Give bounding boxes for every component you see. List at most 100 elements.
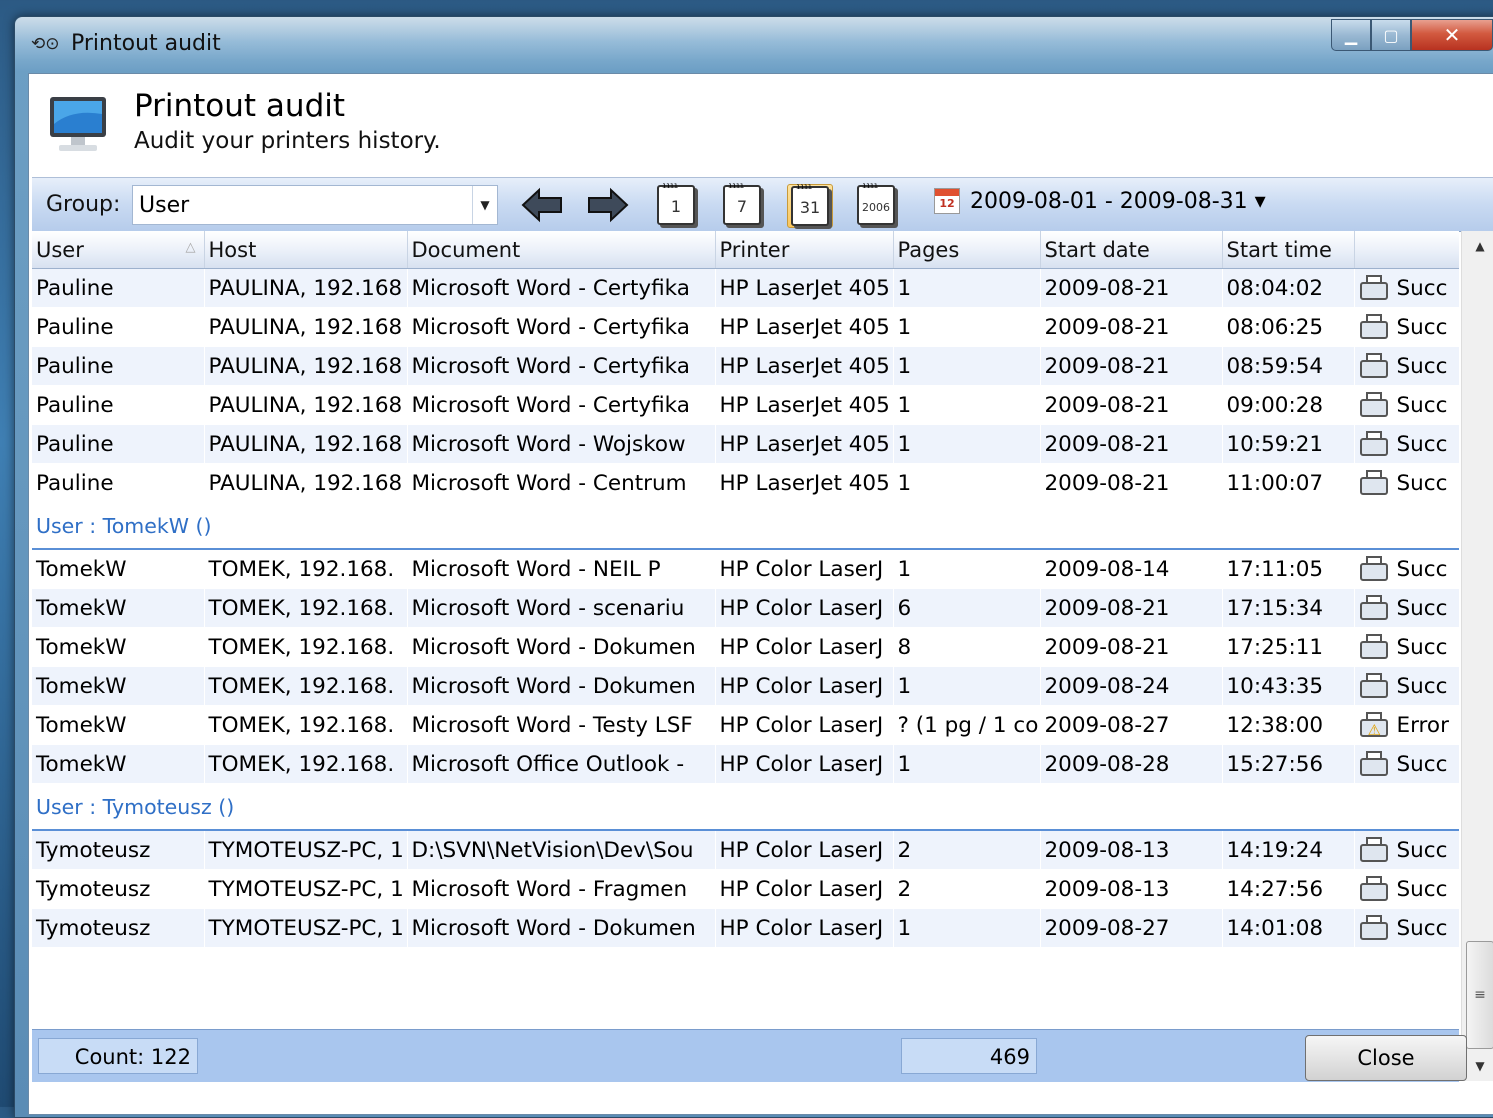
date-range-value: 2009-08-01 - 2009-08-31 ▾ <box>970 188 1266 214</box>
cell-document: Microsoft Word - Certyfika <box>407 385 716 425</box>
cell-status: Succ <box>1354 627 1459 667</box>
group-select[interactable]: User ▼ <box>132 185 498 225</box>
table-row[interactable]: Tymoteusz TYMOTEUSZ-PC, 1 Microsoft Word -… <box>32 869 1459 909</box>
cell-user: Tymoteusz <box>32 869 205 909</box>
cell-document: Microsoft Word - NEIL P <box>407 549 716 589</box>
close-button-label: Close <box>1357 1046 1415 1070</box>
column-header-start-date[interactable]: Start date <box>1040 231 1223 269</box>
maximize-button[interactable]: ▢ <box>1371 19 1411 51</box>
cell-printer: HP Color LaserJ <box>715 744 894 784</box>
printer-icon <box>1359 750 1389 778</box>
table-row[interactable]: TomekW TOMEK, 192.168. Microsoft Word - NE… <box>32 549 1459 589</box>
status-text: Succ <box>1396 634 1448 660</box>
cell-start-date: 2009-08-27 <box>1040 908 1223 948</box>
group-header-row[interactable]: User : TomekW () <box>32 502 1459 550</box>
printout-audit-window: ⟲⊙ Printout audit ▁ ▢ ✕ Printout audit A… <box>14 16 1493 1118</box>
scroll-up-icon[interactable]: ▲ <box>1462 231 1493 261</box>
calendar-week-icon: ıııı 7 <box>723 181 761 225</box>
cell-status: Succ <box>1354 830 1459 870</box>
cell-host: TYMOTEUSZ-PC, 1 <box>204 869 408 909</box>
cell-start-time: 08:04:02 <box>1222 268 1355 308</box>
cell-host: TOMEK, 192.168. <box>204 705 408 745</box>
cell-pages: 2 <box>893 869 1041 909</box>
table-row[interactable]: Pauline PAULINA, 192.168 Microsoft Word - … <box>32 385 1459 425</box>
column-header-host[interactable]: Host <box>204 231 408 269</box>
table-row[interactable]: TomekW TOMEK, 192.168. Microsoft Word - sc… <box>32 588 1459 628</box>
status-text: Succ <box>1396 470 1448 496</box>
table-row[interactable]: Pauline PAULINA, 192.168 Microsoft Word - … <box>32 424 1459 464</box>
group-select-value: User <box>139 193 190 218</box>
cell-printer: HP Color LaserJ <box>715 830 894 870</box>
table-row[interactable]: TomekW TOMEK, 192.168. Microsoft Word - Do… <box>32 666 1459 706</box>
cell-user: TomekW <box>32 666 205 706</box>
cell-start-date: 2009-08-28 <box>1040 744 1223 784</box>
column-header-printer[interactable]: Printer <box>715 231 894 269</box>
cell-document: Microsoft Word - Fragmen <box>407 869 716 909</box>
table-row[interactable]: Pauline PAULINA, 192.168 Microsoft Word - … <box>32 307 1459 347</box>
date-range-picker[interactable]: 12 2009-08-01 - 2009-08-31 ▾ <box>934 188 1266 214</box>
summary-row: Count: 122 469 <box>32 1029 1459 1082</box>
status-text: Succ <box>1396 673 1448 699</box>
week-view-button[interactable]: ıııı 7 <box>720 181 764 226</box>
cell-user: Tymoteusz <box>32 830 205 870</box>
client-area: Printout audit Audit your printers histo… <box>28 73 1493 1115</box>
printer-icon <box>1359 633 1389 661</box>
cell-pages: 6 <box>893 588 1041 628</box>
column-header-document[interactable]: Document <box>407 231 716 269</box>
cell-status: Succ <box>1354 549 1459 589</box>
month-view-button[interactable]: ıııı 31 <box>787 182 833 228</box>
table-row[interactable]: Tymoteusz TYMOTEUSZ-PC, 1 Microsoft Word -… <box>32 908 1459 948</box>
minimize-button[interactable]: ▁ <box>1331 19 1371 51</box>
cell-start-date: 2009-08-21 <box>1040 307 1223 347</box>
vertical-scrollbar[interactable]: ▲ ≡ ▼ <box>1461 231 1493 1081</box>
cell-status: Succ <box>1354 666 1459 706</box>
cell-user: Pauline <box>32 463 205 503</box>
table-row[interactable]: Pauline PAULINA, 192.168 Microsoft Word - … <box>32 463 1459 503</box>
cell-pages: 1 <box>893 549 1041 589</box>
calendar-month-icon: ıııı 31 <box>791 182 829 226</box>
table-row[interactable]: Pauline PAULINA, 192.168 Microsoft Word - … <box>32 268 1459 308</box>
cell-document: Microsoft Office Outlook - <box>407 744 716 784</box>
table-row[interactable]: Tymoteusz TYMOTEUSZ-PC, 1 D:\SVN\NetVision… <box>32 830 1459 870</box>
year-view-button[interactable]: ıııı 2006 <box>854 181 898 226</box>
cell-start-date: 2009-08-13 <box>1040 830 1223 870</box>
cell-document: Microsoft Word - Testy LSF <box>407 705 716 745</box>
cell-start-date: 2009-08-24 <box>1040 666 1223 706</box>
cell-status: Succ <box>1354 908 1459 948</box>
close-button[interactable]: Close <box>1305 1035 1467 1081</box>
cell-pages: 1 <box>893 463 1041 503</box>
column-header-pages[interactable]: Pages <box>893 231 1041 269</box>
scroll-thumb[interactable]: ≡ <box>1466 941 1493 1049</box>
previous-period-button[interactable] <box>520 184 564 226</box>
table-row[interactable]: TomekW TOMEK, 192.168. Microsoft Word - Te… <box>32 705 1459 745</box>
cell-document: D:\SVN\NetVision\Dev\Sou <box>407 830 716 870</box>
table-row[interactable]: TomekW TOMEK, 192.168. Microsoft Word - Do… <box>32 627 1459 667</box>
cell-user: Pauline <box>32 385 205 425</box>
day-view-button[interactable]: ıııı 1 <box>654 181 698 226</box>
calendar-day-icon: ıııı 1 <box>657 181 695 225</box>
cell-printer: HP Color LaserJ <box>715 908 894 948</box>
group-header-row[interactable]: User : Tymoteusz () <box>32 783 1459 831</box>
cell-printer: HP LaserJet 405 <box>715 268 894 308</box>
column-header-status[interactable] <box>1354 231 1459 269</box>
status-text: Succ <box>1396 353 1448 379</box>
next-period-button[interactable] <box>586 184 630 226</box>
cell-status: ⚠ Error <box>1354 705 1459 745</box>
chevron-down-icon[interactable]: ▼ <box>472 186 497 224</box>
header-subtitle: Audit your printers history. <box>134 128 441 154</box>
status-text: Succ <box>1396 314 1448 340</box>
cell-start-time: 14:27:56 <box>1222 869 1355 909</box>
title-bar[interactable]: ⟲⊙ Printout audit ▁ ▢ ✕ <box>15 17 1493 71</box>
cell-printer: HP Color LaserJ <box>715 588 894 628</box>
column-header-user[interactable]: User △ <box>32 231 205 269</box>
table-row[interactable]: Pauline PAULINA, 192.168 Microsoft Word - … <box>32 346 1459 386</box>
cell-pages: 1 <box>893 307 1041 347</box>
window-close-button[interactable]: ✕ <box>1411 19 1493 51</box>
cell-start-date: 2009-08-21 <box>1040 424 1223 464</box>
status-text: Error <box>1396 712 1449 738</box>
cell-printer: HP LaserJet 405 <box>715 346 894 386</box>
table-row[interactable]: TomekW TOMEK, 192.168. Microsoft Office Ou… <box>32 744 1459 784</box>
column-header-start-time[interactable]: Start time <box>1222 231 1355 269</box>
cell-host: TOMEK, 192.168. <box>204 744 408 784</box>
cell-status: Succ <box>1354 869 1459 909</box>
